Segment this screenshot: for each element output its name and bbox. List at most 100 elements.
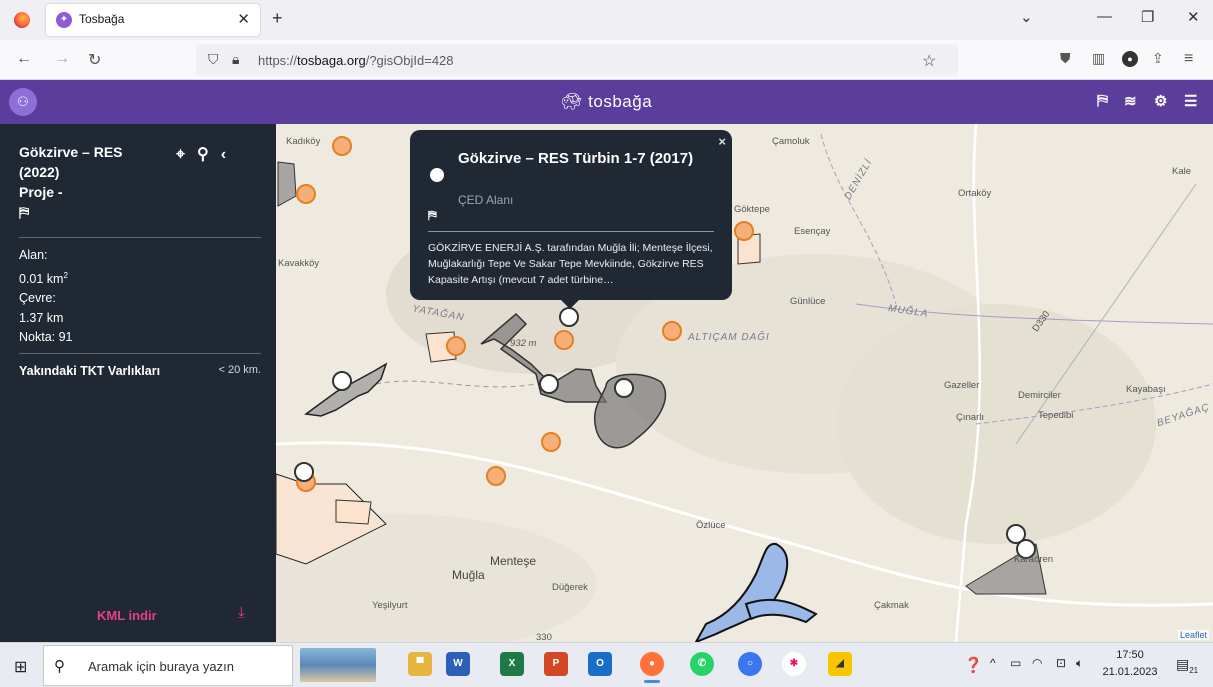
pocket-icon[interactable]: ⛊	[1060, 50, 1071, 67]
popup-tip	[560, 299, 580, 309]
gear-icon[interactable]: ⚙	[1154, 92, 1167, 110]
place-label: Kadıköy	[286, 136, 321, 147]
nearby-distance: < 20 km.	[218, 364, 262, 376]
place-label: Düğerek	[552, 582, 588, 593]
place-label: Ortaköy	[958, 188, 992, 199]
place-label: Günlüce	[790, 296, 826, 307]
chevron-up-icon[interactable]: ^	[990, 656, 996, 670]
tab-title: Tosbağa	[79, 12, 125, 26]
place-label: Çınarlı	[956, 412, 984, 423]
back-icon[interactable]: ←	[16, 50, 32, 68]
minimize-button[interactable]: —	[1097, 8, 1112, 25]
mountain-label: ALTIÇAM DAĞI	[688, 332, 770, 343]
firefox-icon[interactable]: ●	[640, 652, 664, 683]
language-icon[interactable]: ⊡	[1056, 656, 1066, 670]
place-label: Demirciler	[1018, 390, 1061, 401]
restore-button[interactable]: ❐	[1141, 8, 1154, 26]
account-icon[interactable]: ●	[1122, 51, 1138, 67]
flag-icon[interactable]: ⛿	[428, 208, 437, 223]
notification-icon[interactable]: ▤21	[1176, 656, 1198, 675]
detail-sidebar: Gökzirve – RES (2022) Proje - ⛿ ⌖ ⚲ ‹ Alan…	[0, 124, 276, 642]
signal-icon[interactable]: ○	[738, 652, 762, 676]
layers-icon[interactable]: ≋	[1124, 92, 1137, 110]
sidebar-tools: ⌖ ⚲ ‹	[176, 144, 238, 164]
project-title: Gökzirve – RES (2022) Proje - ⛿	[19, 142, 169, 222]
firefox-icon[interactable]	[14, 12, 30, 28]
kml-download-link[interactable]: KML indir	[97, 608, 157, 623]
place-label: Kale	[1172, 166, 1192, 177]
divider	[19, 237, 261, 238]
search-icon[interactable]: ⚲	[197, 146, 209, 163]
place-label: Gazeller	[944, 380, 980, 391]
wifi-icon[interactable]: ◠	[1032, 656, 1042, 670]
list-icon[interactable]: ☰	[1184, 92, 1197, 110]
reload-icon[interactable]: ↻	[88, 50, 101, 70]
popup-subtitle: ÇED Alanı	[458, 193, 514, 207]
divider	[428, 231, 714, 232]
forward-icon[interactable]: →	[54, 50, 70, 68]
menu-icon[interactable]: ≡	[1184, 50, 1193, 68]
file-explorer-icon[interactable]: ▀	[408, 652, 432, 676]
popup-title: Gökzirve – RES Türbin 1-7 (2017)	[458, 150, 694, 167]
place-label: Çakmak	[874, 600, 909, 611]
bookmark-star-icon[interactable]: ☆	[922, 51, 936, 71]
slack-icon[interactable]: ✱	[782, 652, 806, 676]
place-label: Kayabaşı	[1126, 384, 1166, 395]
system-clock[interactable]: 17:50 21.01.2023	[1100, 647, 1160, 681]
windows-start-icon[interactable]: ⊞	[14, 657, 27, 677]
lock-icon[interactable]: 🔒︎	[232, 51, 239, 68]
navigation-bar: ← → ↻ ⛉ 🔒︎ https://tosbaga.org/?gisObjId…	[0, 40, 1213, 80]
marker-icon	[430, 168, 444, 182]
popup-description: GÖKZİRVE ENERJİ A.Ş. tarafından Muğla İl…	[428, 242, 713, 286]
word-icon[interactable]: W	[446, 652, 470, 676]
tab-tosbaga[interactable]: ✦ Tosbağa ✕	[46, 4, 260, 36]
place-label: Yeşilyurt	[372, 600, 408, 611]
help-icon[interactable]: ❓	[964, 656, 983, 674]
sticky-notes-icon[interactable]: ◢	[828, 652, 852, 676]
news-widget[interactable]	[300, 648, 376, 682]
url-text[interactable]: https://tosbaga.org/?gisObjId=428	[258, 53, 454, 68]
geometry-stats: Alan: 0.01 km2 Çevre: 1.37 km Nokta: 91	[19, 248, 73, 345]
share-icon[interactable]: ⇪	[1152, 50, 1164, 67]
road-label: 330	[536, 632, 552, 642]
download-icon[interactable]: ⤓	[238, 604, 245, 621]
divider	[19, 353, 261, 354]
app-header: ⚇ 🐢︎ tosbağa ⛿ ≋ ⚙ ☰	[0, 80, 1213, 124]
place-label: Tepedibi	[1038, 410, 1074, 421]
place-label: Menteşe	[490, 554, 537, 568]
volume-icon[interactable]: 🔈︎	[1076, 656, 1083, 671]
leaflet-attribution[interactable]: Leaflet	[1177, 630, 1209, 640]
place-label: Göktepe	[734, 204, 770, 215]
turtle-icon: ✦	[56, 12, 72, 28]
collapse-icon[interactable]: ‹	[221, 146, 226, 163]
city-label: Muğla	[452, 568, 485, 582]
battery-icon[interactable]: ▭	[1010, 656, 1021, 670]
place-label: Özlüce	[696, 520, 726, 531]
crosshair-icon[interactable]: ⌖	[176, 146, 185, 163]
new-tab-button[interactable]: +	[272, 8, 283, 29]
place-label: Çamoluk	[772, 136, 810, 147]
excel-icon[interactable]: X	[500, 652, 524, 676]
whatsapp-icon[interactable]: ✆	[690, 652, 714, 676]
place-label: Karaören	[1014, 554, 1054, 565]
shield-icon[interactable]: ⛉	[208, 51, 219, 68]
taskbar-search[interactable]: ⚲ Aramak için buraya yazın	[43, 645, 293, 686]
close-popup-button[interactable]: ×	[718, 134, 726, 149]
app-logo[interactable]: 🐢︎ tosbağa	[0, 92, 1213, 112]
place-label: Kavakköy	[278, 258, 320, 269]
reader-icon[interactable]: ▥	[1092, 50, 1105, 67]
search-placeholder: Aramak için buraya yazın	[88, 659, 234, 674]
tab-list-icon[interactable]: ⌄	[1020, 8, 1033, 26]
place-label: Esençay	[794, 226, 831, 237]
url-bar[interactable]: ⛉ 🔒︎ https://tosbaga.org/?gisObjId=428 ☆	[196, 44, 958, 76]
powerpoint-icon[interactable]: P	[544, 652, 568, 676]
project-flag-icon: ⛿	[19, 204, 30, 220]
outlook-icon[interactable]: O	[588, 652, 612, 676]
flag-icon[interactable]: ⛿	[1097, 92, 1108, 109]
search-icon: ⚲	[54, 658, 65, 675]
elevation-label: 932 m	[510, 338, 537, 349]
nearby-heading: Yakındaki TKT Varlıkları	[19, 364, 161, 378]
close-tab-icon[interactable]: ✕	[237, 10, 250, 28]
windows-taskbar: ⊞ ⚲ Aramak için buraya yazın ▀ W X P O ●…	[0, 642, 1213, 687]
close-window-button[interactable]: ✕	[1187, 8, 1200, 26]
